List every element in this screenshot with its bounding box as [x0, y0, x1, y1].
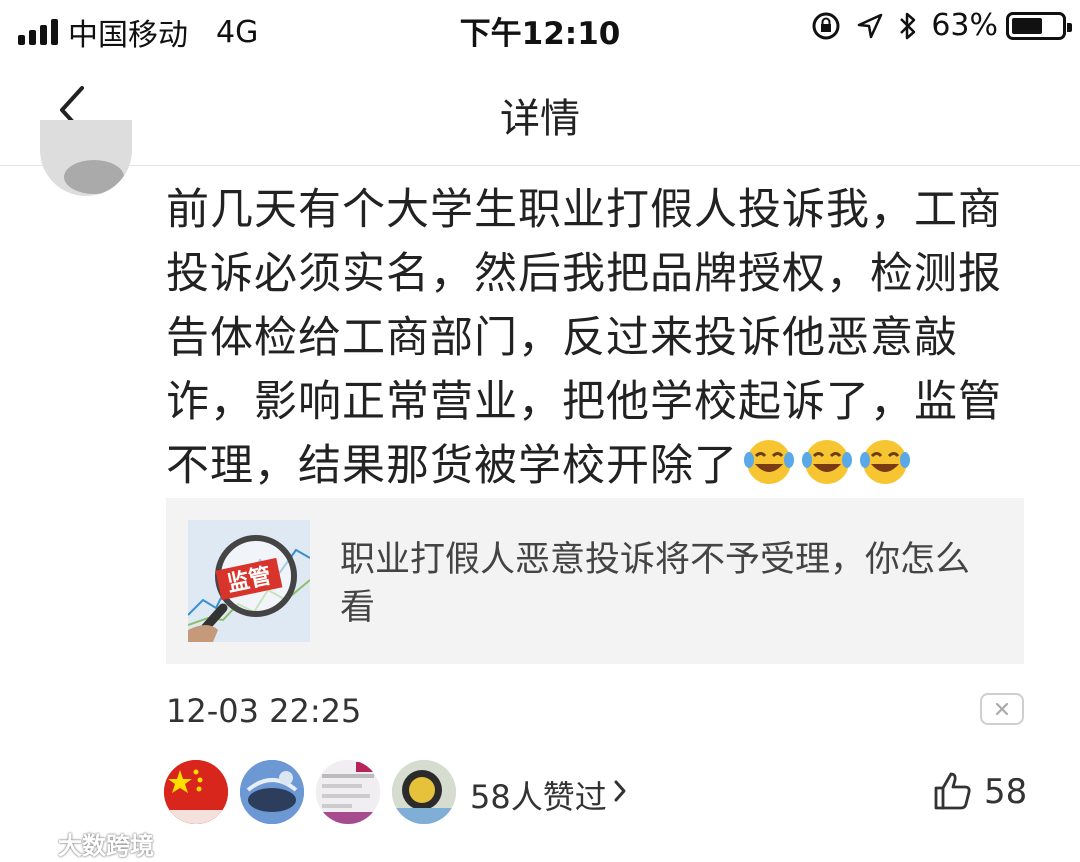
laughing-crying-emoji-icon — [860, 440, 910, 484]
liked-by-label[interactable]: 58人赞过 — [470, 772, 607, 818]
linked-article-card[interactable]: 监管 职业打假人恶意投诉将不予受理，你怎么看 — [166, 498, 1024, 664]
status-bar: 中国移动 4G 下午12:10 63% — [0, 0, 1080, 56]
laughing-crying-emoji-icon — [744, 440, 794, 484]
commenter-avatar[interactable] — [40, 120, 132, 196]
laughing-crying-emoji-icon — [802, 440, 852, 484]
battery-percent: 63% — [931, 8, 998, 43]
article-title: 职业打假人恶意投诉将不予受理，你怎么看 — [340, 540, 971, 628]
battery-icon — [1006, 11, 1072, 40]
watermark-logo-icon — [6, 834, 51, 853]
comment-timestamp: 12-03 22:25 — [166, 692, 362, 730]
dismiss-button[interactable] — [980, 693, 1024, 725]
liker-avatars[interactable] — [164, 760, 468, 824]
bluetooth-icon — [900, 12, 916, 39]
thumbs-up-icon[interactable] — [932, 770, 974, 812]
orientation-lock-icon — [812, 12, 840, 39]
liker-avatar[interactable] — [392, 760, 456, 824]
like-count: 58 — [984, 772, 1028, 812]
article-thumbnail: 监管 — [188, 520, 310, 642]
nav-bar: 详情 — [0, 56, 1080, 166]
watermark-text: 大数跨境 — [58, 832, 154, 860]
chevron-right-icon[interactable] — [612, 778, 628, 804]
liker-avatar[interactable] — [164, 760, 228, 824]
page-title: 详情 — [500, 96, 580, 142]
battery-fill — [1012, 17, 1043, 34]
liker-avatar[interactable] — [240, 760, 304, 824]
location-arrow-icon — [858, 13, 883, 38]
comment-body: 前几天有个大学生职业打假人投诉我，工商投诉必须实名，然后我把品牌授权，检测报告体… — [166, 178, 1036, 498]
watermark: 大数跨境 — [6, 826, 154, 861]
close-icon — [995, 702, 1009, 716]
liker-avatar[interactable] — [316, 760, 380, 824]
